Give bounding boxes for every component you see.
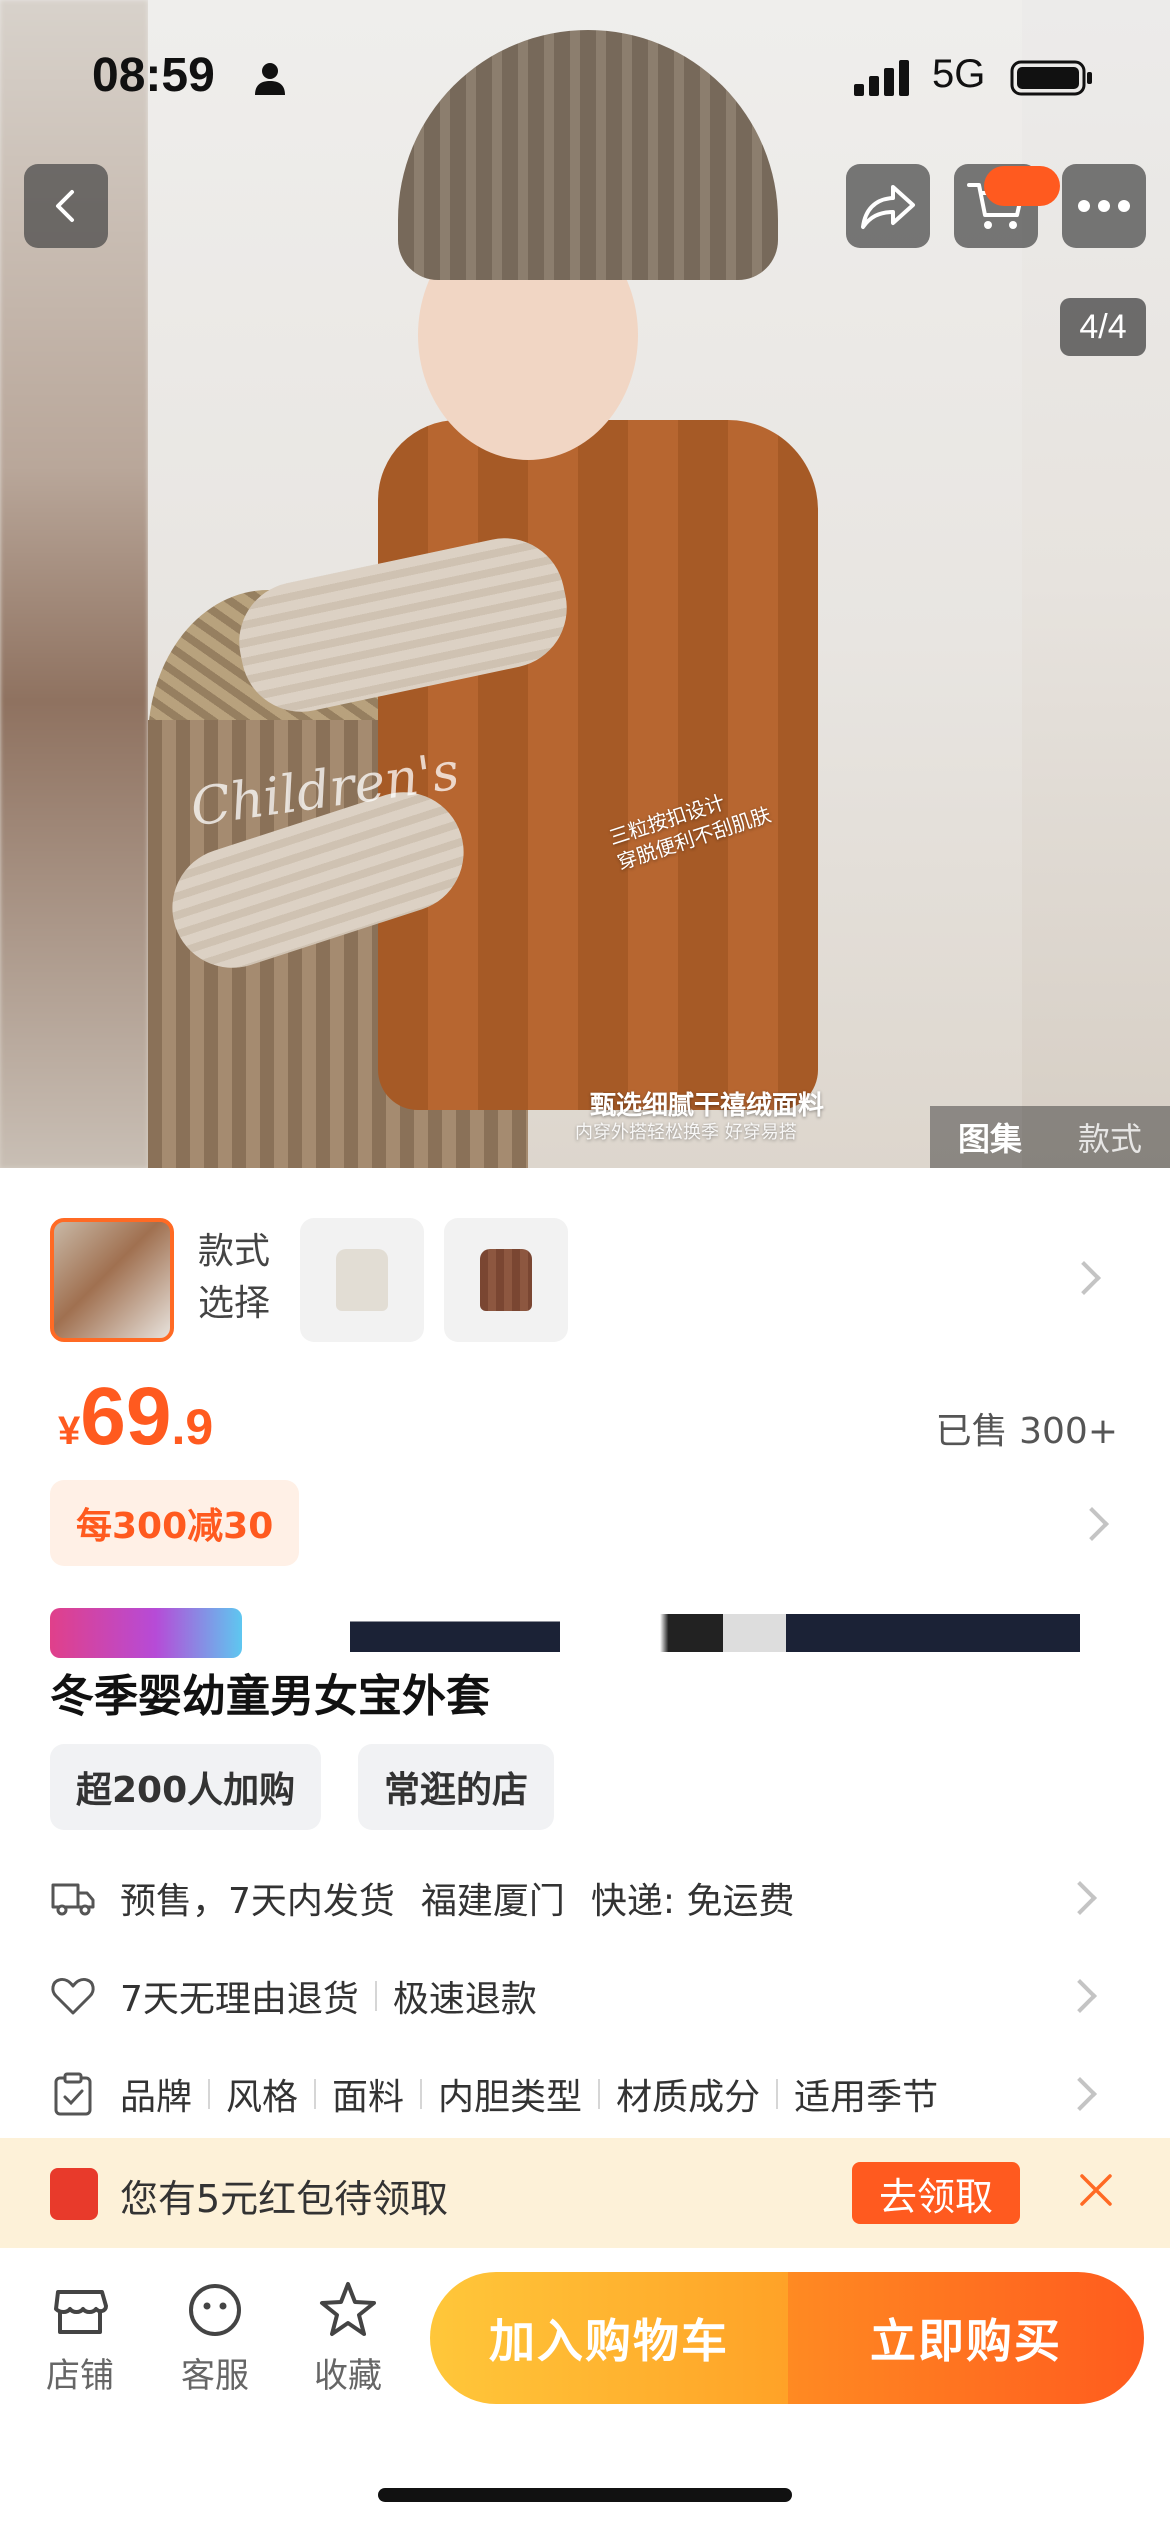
price-currency: ¥ xyxy=(58,1409,81,1453)
attributes-row[interactable]: 品牌 风格 面料 内胆类型 材质成分 适用季节 xyxy=(50,2058,1120,2130)
refund-speed: 极速退款 xyxy=(392,1979,537,2020)
store-label: 店铺 xyxy=(46,2356,114,2396)
status-time: 08:59 xyxy=(92,49,215,102)
claim-coupon-button[interactable]: 去领取 xyxy=(852,2162,1020,2224)
more-dots-icon xyxy=(1078,200,1130,212)
sku-current-thumbnail[interactable] xyxy=(50,1218,174,1342)
service-label: 客服 xyxy=(181,2356,249,2396)
chat-face-icon xyxy=(189,2284,241,2336)
returns-row[interactable]: 7天无理由退货 极速退款 xyxy=(50,1960,1120,2032)
tag-popular[interactable]: 超200人加购 xyxy=(50,1744,322,1830)
clipboard-icon xyxy=(54,2072,92,2116)
cart-badge xyxy=(984,166,1060,206)
vest-brown-shape xyxy=(480,1249,532,1311)
sku-selector[interactable]: 款式 选择 xyxy=(50,1218,1120,1342)
network-type: 5G xyxy=(932,52,986,96)
add-to-cart-button[interactable]: 加入购物车 xyxy=(430,2272,788,2404)
brand-badge xyxy=(50,1608,242,1658)
product-title: 冬季婴幼童男女宝外套 xyxy=(50,1671,490,1722)
attribute-season: 适用季节 xyxy=(794,2077,939,2118)
attribute-style: 风格 xyxy=(226,2077,299,2118)
chevron-right-icon xyxy=(1067,1261,1101,1295)
red-envelope-icon xyxy=(50,2168,98,2220)
chevron-right-icon xyxy=(1063,1881,1097,1915)
attribute-lining: 内胆类型 xyxy=(438,2077,583,2118)
home-indicator[interactable] xyxy=(378,2488,792,2502)
heart-icon xyxy=(51,1978,95,2015)
favorite-label: 收藏 xyxy=(314,2356,382,2396)
vest-beige-shape xyxy=(336,1249,388,1311)
overlay-subtitle: 内穿外搭轻松换季 好穿易搭 xyxy=(575,1122,797,1143)
sold-count: 已售 300+ xyxy=(935,1411,1118,1452)
customer-service-button[interactable]: 客服 xyxy=(160,2278,270,2397)
shipping-presale: 预售，7天内发货 xyxy=(120,1881,395,1922)
coupon-text: 您有5元红包待领取 xyxy=(120,2177,449,2221)
image-counter: 4/4 xyxy=(1060,298,1146,356)
sku-option-beige[interactable] xyxy=(300,1218,424,1342)
status-bar: 08:59 5G xyxy=(0,0,1170,150)
attribute-fabric: 面料 xyxy=(332,2077,405,2118)
coupon-banner: 您有5元红包待领取 去领取 xyxy=(0,2138,1170,2248)
redacted-bar xyxy=(350,1614,560,1652)
promo-badge[interactable]: 每300减30 xyxy=(50,1480,300,1566)
gallery-tabs: 图集 款式 xyxy=(930,1106,1170,1168)
tab-gallery[interactable]: 图集 xyxy=(958,1114,1022,1160)
truck-icon xyxy=(51,1883,95,1916)
shipping-origin: 福建厦门 xyxy=(420,1881,565,1922)
sku-label-line: 款式 xyxy=(198,1231,271,1272)
buy-now-button[interactable]: 立即购买 xyxy=(788,2272,1144,2404)
more-button[interactable] xyxy=(1062,164,1146,248)
shipping-row[interactable]: 预售，7天内发货 福建厦门 快递: 免运费 xyxy=(50,1862,1120,1934)
close-icon[interactable] xyxy=(1076,2170,1116,2210)
price: ¥69.9 xyxy=(58,1370,213,1464)
sku-label-line: 选择 xyxy=(198,1283,271,1324)
chevron-right-icon xyxy=(1075,1507,1109,1541)
share-icon xyxy=(861,185,915,229)
sku-option-brown[interactable] xyxy=(444,1218,568,1342)
attribute-material: 材质成分 xyxy=(616,2077,761,2118)
star-icon xyxy=(320,2282,376,2336)
battery-icon xyxy=(1010,60,1092,96)
chevron-left-icon xyxy=(56,190,74,222)
sku-label: 款式 选择 xyxy=(198,1226,288,1330)
person-icon xyxy=(255,63,285,95)
back-button[interactable] xyxy=(24,164,108,248)
returns-policy: 7天无理由退货 xyxy=(120,1979,359,2020)
store-icon xyxy=(54,2290,108,2334)
store-button[interactable]: 店铺 xyxy=(25,2278,135,2397)
shipping-fee: 快递: 免运费 xyxy=(590,1881,795,1922)
tab-styles[interactable]: 款式 xyxy=(1078,1114,1142,1160)
chevron-right-icon xyxy=(1063,2077,1097,2111)
signal-icon xyxy=(854,60,909,96)
price-integer: 69 xyxy=(80,1371,172,1462)
attribute-brand: 品牌 xyxy=(120,2077,193,2118)
chevron-right-icon xyxy=(1063,1979,1097,2013)
share-button[interactable] xyxy=(846,164,930,248)
redacted-bar xyxy=(660,1614,1080,1652)
tag-frequent-store[interactable]: 常逛的店 xyxy=(358,1744,555,1830)
favorite-button[interactable]: 收藏 xyxy=(293,2278,403,2397)
price-decimal: .9 xyxy=(171,1399,214,1455)
overlay-title: 甄选细腻干禧绒面料 xyxy=(590,1091,825,1121)
